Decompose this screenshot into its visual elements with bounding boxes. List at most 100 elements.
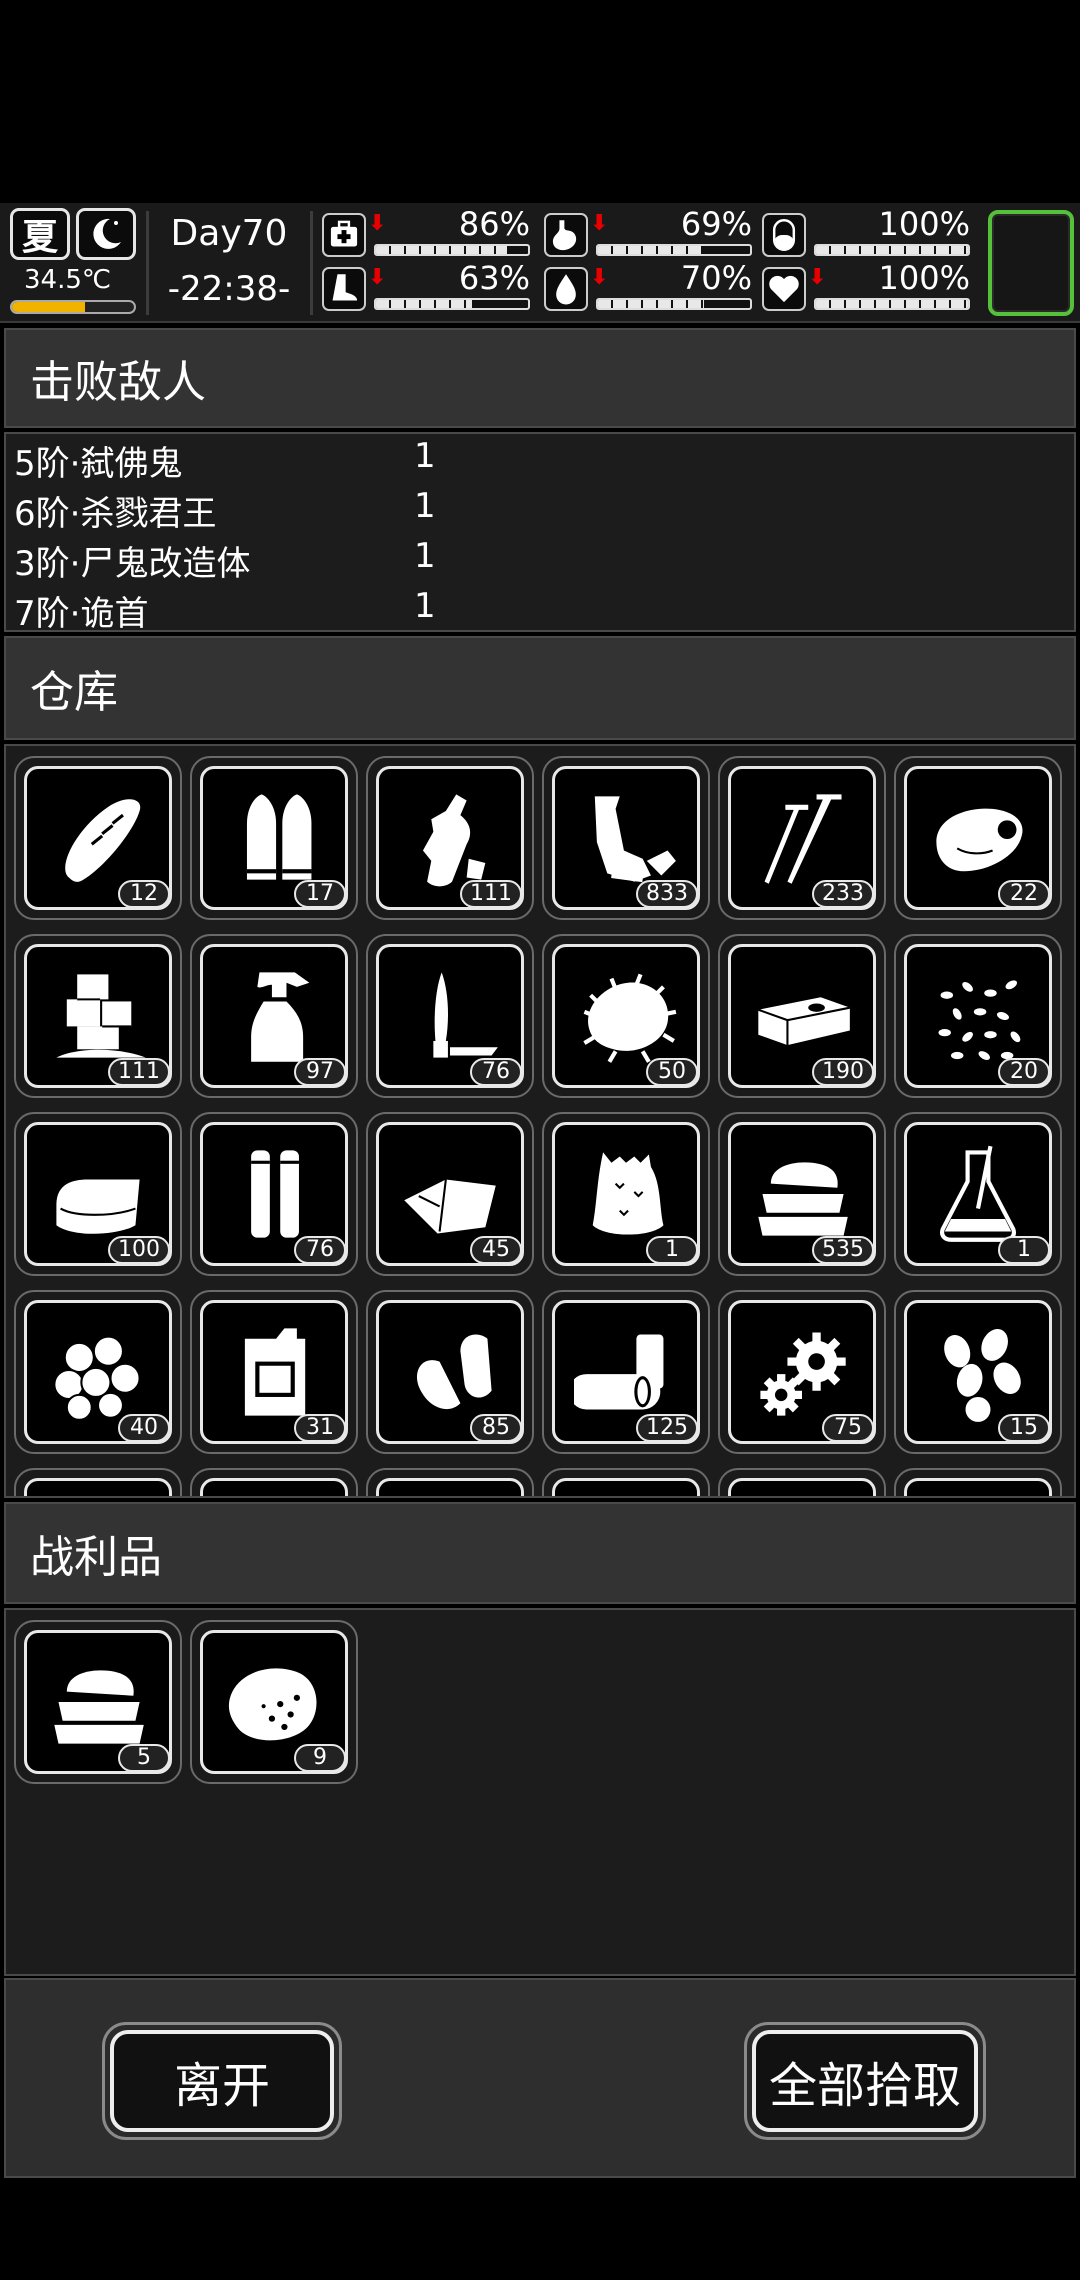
enemy-count: 1 [414, 436, 436, 476]
storage-grid[interactable]: 12 17 111 833 233 22 111 97 76 50 190 20 100 76 45 1 535… [4, 744, 1076, 1498]
sack-icon [592, 1152, 664, 1235]
earplugs-icon [416, 1334, 492, 1410]
item-count-badge: 20 [998, 1058, 1050, 1086]
item-count-badge: 76 [294, 1236, 346, 1264]
item-slot[interactable]: 50 [542, 934, 710, 1098]
item-slot-partial[interactable] [14, 1468, 182, 1496]
status-bar: 夏 34.5℃ Day70 -22:38- ⬇ 86% ⬇ 69% 100% ⬇ 63% ⬇ 7… [0, 203, 1080, 323]
item-slot-partial[interactable] [542, 1468, 710, 1496]
divider [310, 211, 313, 315]
item-slot[interactable]: 1 [542, 1112, 710, 1276]
fur-tuft-icon [583, 973, 677, 1063]
item-slot[interactable]: 76 [190, 1112, 358, 1276]
flask-icon [940, 1145, 1016, 1242]
leave-button[interactable]: 离开 [102, 2022, 342, 2140]
item-slot[interactable]: 111 [366, 756, 534, 920]
stat-value: 69% [680, 205, 752, 243]
cash-stack-icon [757, 997, 851, 1046]
enemy-count: 1 [414, 586, 436, 626]
divider [146, 211, 149, 315]
item-slot[interactable]: 31 [190, 1290, 358, 1454]
item-slot[interactable]: 85 [366, 1290, 534, 1454]
item-slot-partial[interactable] [894, 1468, 1062, 1496]
cotton-balls-icon [53, 1335, 141, 1421]
item-slot[interactable]: 111 [14, 934, 182, 1098]
stat-pill: 100% [762, 205, 972, 261]
water-drop-icon [544, 267, 588, 311]
item-count-badge: 12 [118, 880, 170, 908]
stat-value: 86% [458, 205, 530, 243]
loot-grid[interactable]: 59 [4, 1608, 1076, 1976]
stat-bar-fill [376, 300, 472, 308]
temperature-readout: 34.5℃ [24, 265, 112, 295]
foot-icon [322, 267, 366, 311]
enemies-list: 5阶·弑佛鬼 1 6阶·杀戮君王 1 3阶·尸鬼改造体 1 7阶·诡首 1 [4, 432, 1076, 634]
item-slot[interactable]: 9 [190, 1620, 358, 1784]
item-slot[interactable]: 76 [366, 934, 534, 1098]
item-slot[interactable]: 5 [14, 1620, 182, 1784]
item-slot[interactable]: 12 [14, 756, 182, 920]
item-count-badge: 76 [470, 1058, 522, 1086]
item-slot[interactable]: 40 [14, 1290, 182, 1454]
item-slot[interactable]: 22 [894, 756, 1062, 920]
leave-button-label: 离开 [110, 2030, 334, 2132]
down-arrow-icon: ⬇ [808, 265, 827, 290]
item-slot-partial[interactable] [190, 1468, 358, 1496]
item-slot[interactable]: 233 [718, 756, 886, 920]
item-slot[interactable]: 1 [894, 1112, 1062, 1276]
item-slot[interactable]: 15 [894, 1290, 1062, 1454]
temperature-bar [10, 300, 136, 314]
down-arrow-icon: ⬇ [368, 211, 387, 236]
spray-bottle-icon [251, 972, 310, 1062]
item-slot[interactable]: 20 [894, 934, 1062, 1098]
item-count-badge: 75 [822, 1414, 874, 1442]
quick-slot[interactable] [988, 210, 1074, 316]
stat-bar-fill [816, 246, 968, 254]
item-slot[interactable]: 97 [190, 934, 358, 1098]
item-count-badge: 40 [118, 1414, 170, 1442]
take-all-button[interactable]: 全部拾取 [744, 2022, 986, 2140]
bandage-cloth-icon [404, 1179, 496, 1234]
item-icon-frame [376, 1478, 524, 1496]
item-count-badge: 190 [812, 1058, 874, 1086]
enemy-name: 3阶·尸鬼改造体 [14, 544, 251, 584]
stomach-icon [544, 213, 588, 257]
item-count-badge: 9 [294, 1744, 346, 1772]
down-arrow-icon: ⬇ [590, 265, 609, 290]
storage-header: 仓库 [4, 636, 1076, 740]
item-slot-partial[interactable] [366, 1468, 534, 1496]
shell-cartridges-icon [251, 1150, 299, 1238]
enemy-name: 6阶·杀戮君王 [14, 494, 217, 534]
stat-bar [596, 244, 752, 256]
item-slot[interactable]: 17 [190, 756, 358, 920]
item-count-badge: 50 [646, 1058, 698, 1086]
item-slot[interactable]: 125 [542, 1290, 710, 1454]
stat-thirst: ⬇ 70% [544, 259, 754, 315]
item-slot[interactable]: 833 [542, 756, 710, 920]
item-icon-frame [728, 1478, 876, 1496]
item-slot[interactable]: 45 [366, 1112, 534, 1276]
ice-cubes-icon [56, 974, 146, 1058]
stat-value: 70% [680, 259, 752, 297]
item-slot[interactable]: 100 [14, 1112, 182, 1276]
take-all-button-label: 全部拾取 [752, 2030, 978, 2132]
item-slot[interactable]: 190 [718, 934, 886, 1098]
storage-title: 仓库 [30, 667, 118, 718]
item-count-badge: 22 [998, 880, 1050, 908]
enemy-count: 1 [414, 486, 436, 526]
stat-bar [814, 298, 970, 310]
item-count-badge: 31 [294, 1414, 346, 1442]
item-count-badge: 17 [294, 880, 346, 908]
stat-value: 63% [458, 259, 530, 297]
item-count-badge: 15 [998, 1414, 1050, 1442]
stat-bar-fill [816, 300, 968, 308]
down-arrow-icon: ⬇ [590, 211, 609, 236]
item-slot[interactable]: 535 [718, 1112, 886, 1276]
item-slot[interactable]: 75 [718, 1290, 886, 1454]
item-slot-partial[interactable] [718, 1468, 886, 1496]
stat-hunger: ⬇ 69% [544, 205, 754, 261]
meat-chunk-icon [936, 808, 1023, 872]
action-bar: 离开 全部拾取 [4, 1978, 1076, 2178]
item-count-badge: 100 [108, 1236, 170, 1264]
item-count-badge: 1 [998, 1236, 1050, 1264]
